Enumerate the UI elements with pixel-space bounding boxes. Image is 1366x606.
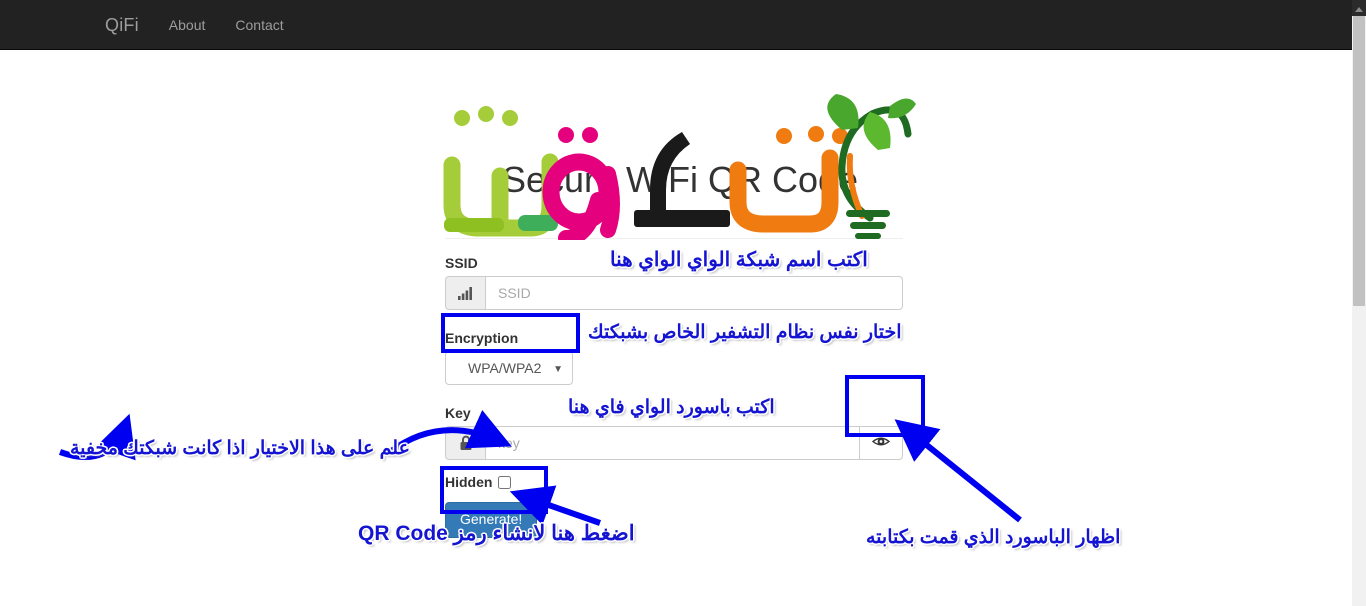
- generate-button[interactable]: Generate!: [445, 502, 538, 538]
- title-divider: [445, 238, 903, 239]
- encryption-label: Encryption: [445, 330, 519, 346]
- page-title: Secure WiFi QR Code: [501, 159, 859, 201]
- wifi-form: SSID Encryption WPA/WPA2 WEP: [445, 255, 915, 538]
- scrollbar-thumb[interactable]: [1353, 16, 1365, 306]
- ssid-input-group: [445, 276, 903, 310]
- navbar-link-about[interactable]: About: [154, 0, 221, 50]
- navbar-brand-qifi[interactable]: QiFi: [90, 0, 154, 50]
- scroll-up-arrow-icon[interactable]: [1352, 2, 1366, 16]
- encryption-select-wrap: WPA/WPA2 WEP None ▼: [445, 351, 573, 385]
- ssid-input[interactable]: [485, 276, 903, 310]
- key-input-group: [445, 426, 903, 460]
- hidden-checkbox[interactable]: [498, 475, 512, 489]
- toggle-key-visibility-button[interactable]: [859, 426, 903, 460]
- browser-viewport: QiFi About Contact Secure WiFi QR Code S…: [0, 0, 1366, 606]
- page-container: Secure WiFi QR Code SSID SSID Encryption…: [0, 50, 1352, 606]
- ssid-label: SSID: [445, 255, 478, 271]
- navbar-link-contact[interactable]: Contact: [220, 0, 298, 50]
- key-label: Key: [445, 405, 471, 421]
- lock-icon: [445, 426, 485, 460]
- signal-bars-icon: [445, 276, 485, 310]
- page-scrollbar[interactable]: [1352, 0, 1366, 606]
- hidden-network-row: Hidden: [445, 474, 915, 490]
- encryption-select[interactable]: WPA/WPA2 WEP None: [445, 351, 573, 385]
- eye-icon: [871, 435, 891, 451]
- key-input[interactable]: [485, 426, 859, 460]
- top-navbar: QiFi About Contact: [0, 0, 1352, 50]
- hidden-label: Hidden: [445, 474, 493, 490]
